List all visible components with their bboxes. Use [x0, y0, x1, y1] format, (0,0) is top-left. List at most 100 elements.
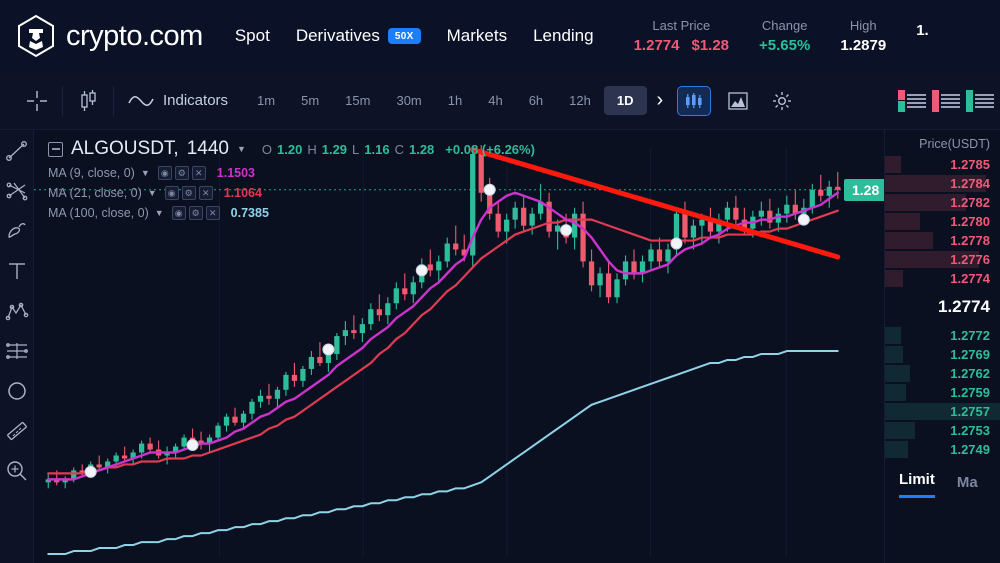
order-book-row[interactable]: 1.2785: [885, 155, 1000, 174]
wave-icon: [128, 95, 154, 106]
timeframe-15m[interactable]: 15m: [332, 86, 383, 115]
order-book-row[interactable]: 1.2769: [885, 345, 1000, 364]
order-book-depth-bar: [885, 213, 920, 230]
stat-high: High 1.2879: [840, 18, 886, 54]
ma-9-close-icon[interactable]: ✕: [191, 166, 206, 180]
order-book-row[interactable]: 1.2780: [885, 212, 1000, 231]
ma-100-visibility-icon[interactable]: ◉: [171, 206, 186, 220]
timeframe-5m[interactable]: 5m: [288, 86, 332, 115]
order-book-row[interactable]: 1.2778: [885, 231, 1000, 250]
interval-chevron-down-icon[interactable]: ▼: [237, 144, 246, 154]
gear-icon[interactable]: [765, 86, 799, 116]
order-form-tabs: Limit Ma: [885, 459, 1000, 498]
toolbar-divider-2: [113, 85, 114, 116]
timeframe-4h[interactable]: 4h: [475, 86, 515, 115]
chart-symbol[interactable]: ALGOUSDT,: [71, 138, 179, 160]
ma-100-settings-icon[interactable]: ⚙: [188, 206, 203, 220]
orderbook-layout-both-icon[interactable]: [898, 89, 926, 112]
toolbar-divider: [62, 85, 63, 116]
indicators-button[interactable]: Indicators: [128, 92, 228, 109]
order-book-price: 1.2784: [950, 176, 990, 191]
collapse-legend-icon[interactable]: [48, 141, 63, 157]
order-book-row[interactable]: 1.2776: [885, 250, 1000, 269]
chart-interval[interactable]: 1440: [187, 138, 229, 160]
order-book-row[interactable]: 1.2757: [885, 402, 1000, 421]
order-book-price: 1.2785: [950, 157, 990, 172]
order-book-price: 1.2780: [950, 214, 990, 229]
chart-legend: ALGOUSDT, 1440 ▼ O 1.20 H 1.29 L 1.16 C …: [48, 138, 535, 220]
brush-tool-icon[interactable]: [4, 218, 30, 244]
order-book-row[interactable]: 1.2759: [885, 383, 1000, 402]
measure-ruler-tool-icon[interactable]: [4, 418, 30, 444]
order-book-price: 1.2759: [950, 385, 990, 400]
ohlc-open-value: 1.20: [277, 141, 303, 157]
stat-low-clipped: 1.: [916, 18, 929, 39]
stat-last-price-label: Last Price: [652, 18, 711, 33]
candlestick-icon[interactable]: [71, 84, 105, 118]
ma-100-chevron-down-icon[interactable]: ▼: [155, 208, 164, 218]
chart-type-area-button[interactable]: [721, 86, 755, 116]
nav-item-derivatives[interactable]: Derivatives 50X: [296, 26, 421, 46]
order-book-row[interactable]: 1.2753: [885, 421, 1000, 440]
orderbook-layout-asks-icon[interactable]: [932, 89, 960, 112]
tab-market[interactable]: Ma: [957, 474, 978, 498]
ma-100-close-icon[interactable]: ✕: [205, 206, 220, 220]
order-book-depth-bar: [885, 441, 908, 458]
ma-21-settings-icon[interactable]: ⚙: [181, 186, 196, 200]
pitchfork-tool-icon[interactable]: [4, 178, 30, 204]
order-book-depth-bar: [885, 232, 934, 249]
orderbook-layout-bids-icon[interactable]: [966, 89, 994, 112]
order-book-row[interactable]: 1.2784: [885, 174, 1000, 193]
order-book-row[interactable]: 1.2772: [885, 326, 1000, 345]
chart-type-candles-button[interactable]: [677, 85, 712, 116]
order-book-row[interactable]: 1.2774: [885, 269, 1000, 288]
ma-9-settings-icon[interactable]: ⚙: [174, 166, 189, 180]
symbol-row: ALGOUSDT, 1440 ▼ O 1.20 H 1.29 L 1.16 C …: [48, 138, 535, 160]
stat-change-label: Change: [761, 18, 808, 33]
order-book-row[interactable]: 1.2782: [885, 193, 1000, 212]
ma-21-close-icon[interactable]: ✕: [198, 186, 213, 200]
timeframe-12h[interactable]: 12h: [556, 86, 604, 115]
ma-21-visibility-icon[interactable]: ◉: [164, 186, 179, 200]
brand-logo[interactable]: crypto.com: [16, 14, 203, 58]
ellipse-tool-icon[interactable]: [4, 378, 30, 404]
chevron-right-icon[interactable]: ›: [657, 89, 664, 112]
ma-21-value: 1.1064: [223, 186, 262, 200]
ma-9-label: MA (9, close, 0): [48, 166, 135, 180]
order-book-row[interactable]: 1.2749: [885, 440, 1000, 459]
nav-item-spot[interactable]: Spot: [235, 26, 270, 46]
ma-row-100: MA (100, close, 0) ▼ ◉ ⚙ ✕ 0.7385: [48, 206, 535, 220]
order-book-asks: 1.2785 1.2784 1.2782 1.2780 1.2778 1.2776 1.27…: [885, 155, 1000, 288]
nav-item-markets[interactable]: Markets: [447, 26, 507, 46]
stat-high-label: High: [849, 18, 877, 33]
trend-line-tool-icon[interactable]: [4, 138, 30, 164]
ma-21-chevron-down-icon[interactable]: ▼: [148, 188, 157, 198]
ma-9-visibility-icon[interactable]: ◉: [157, 166, 172, 180]
ma-9-chevron-down-icon[interactable]: ▼: [141, 168, 150, 178]
timeframe-1m[interactable]: 1m: [244, 86, 288, 115]
timeframe-1d[interactable]: 1D: [603, 86, 647, 115]
order-book-price: 1.2769: [950, 347, 990, 362]
elliott-wave-tool-icon[interactable]: [4, 298, 30, 324]
zoom-in-tool-icon[interactable]: [4, 458, 30, 484]
ohlc-close-value: 1.28: [408, 141, 435, 157]
timeframe-1h[interactable]: 1h: [435, 86, 475, 115]
fib-retracement-tool-icon[interactable]: [4, 338, 30, 364]
timeframe-30m[interactable]: 30m: [383, 86, 434, 115]
crosshair-icon[interactable]: [20, 84, 54, 118]
order-book-depth-bar: [885, 384, 906, 401]
text-tool-icon[interactable]: [4, 258, 30, 284]
ma-100-value: 0.7385: [230, 206, 269, 220]
order-book-depth-bar: [885, 346, 904, 363]
price-chart[interactable]: ALGOUSDT, 1440 ▼ O 1.20 H 1.29 L 1.16 C …: [34, 130, 884, 563]
indicators-label: Indicators: [163, 92, 229, 109]
ma-row-9: MA (9, close, 0) ▼ ◉ ⚙ ✕ 1.1503: [48, 166, 535, 180]
timeframe-6h[interactable]: 6h: [516, 86, 556, 115]
timeframe-group: 1m 5m 15m 30m 1h 4h 6h 12h 1D: [244, 86, 647, 115]
site-header: crypto.com Spot Derivatives 50X Markets …: [0, 0, 1000, 72]
cryptocom-logo-icon: [18, 14, 54, 58]
nav-item-lending[interactable]: Lending: [533, 26, 594, 46]
tab-limit[interactable]: Limit: [899, 471, 935, 498]
order-book-row[interactable]: 1.2762: [885, 364, 1000, 383]
drawing-toolbar: [0, 130, 34, 563]
